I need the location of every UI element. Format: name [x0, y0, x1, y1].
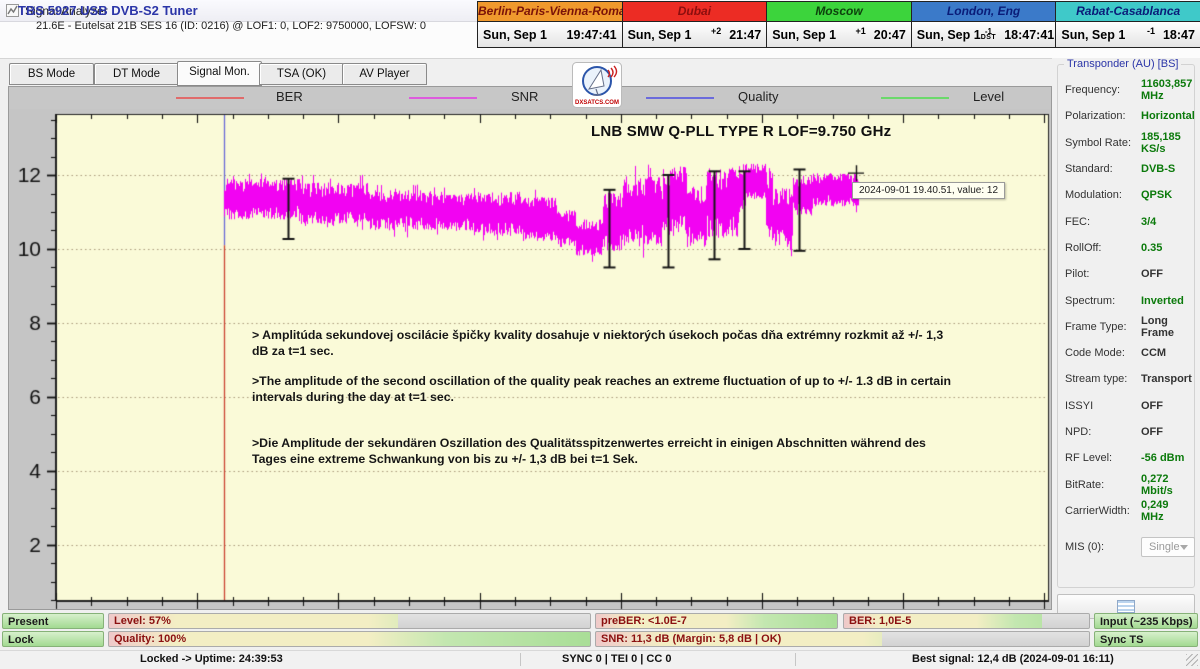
field-rf-level: RF Level:-56 dBm — [1058, 445, 1194, 471]
clock-city: Berlin-Paris-Vienna-Roma — [478, 2, 622, 22]
clock-date: Sun, Sep 1 — [1061, 28, 1125, 42]
field-frequency: Frequency:11603,857 MHz — [1058, 77, 1194, 103]
logo-text: DXSATCS.COM — [575, 100, 619, 106]
clock-city: London, Eng — [912, 2, 1056, 22]
best-signal-status: Best signal: 12,4 dB (2024-09-01 16:11) — [912, 653, 1114, 665]
chevron-down-icon — [1180, 545, 1188, 550]
transponder-title: Transponder (AU) [BS] — [1064, 58, 1181, 70]
clock-city: Rabat-Casablanca — [1056, 2, 1200, 22]
clock-utc-offset: +1 — [856, 26, 866, 36]
transponder-groupbox: Transponder (AU) [BS] Frequency:11603,85… — [1057, 64, 1195, 588]
level-bar: Level: 57% — [108, 613, 591, 629]
present-badge: Present — [2, 613, 104, 629]
annotation-slovak: > Amplitúda sekundovej oscilácie špičky … — [252, 327, 957, 359]
quality-bar: Quality: 100% — [108, 631, 591, 647]
field-symbol-rate: Symbol Rate:185,185 KS/s — [1058, 130, 1194, 156]
clock-berlin: Berlin-Paris-Vienna-Roma Sun, Sep 1 19:4… — [478, 2, 623, 47]
tab-dt-mode[interactable]: DT Mode — [94, 63, 179, 85]
clock-utc-offset: -1 — [1147, 26, 1155, 36]
clock-date: Sun, Sep 1 — [917, 28, 981, 42]
dxsatcs-logo: DXSATCS.COM — [572, 62, 622, 113]
annotation-german: >Die Amplitude der sekundären Oszillatio… — [252, 435, 957, 467]
clock-city: Dubai — [623, 2, 767, 22]
field-carrierwidth: CarrierWidth:0,249 MHz — [1058, 498, 1194, 524]
field-pilot: Pilot:OFF — [1058, 261, 1194, 287]
field-mis: MIS (0): Single — [1058, 534, 1194, 560]
field-code-mode: Code Mode:CCM — [1058, 340, 1194, 366]
clock-date: Sun, Sep 1 — [772, 28, 836, 42]
field-fec: FEC:3/4 — [1058, 208, 1194, 234]
field-polarization: Polarization:Horizontal — [1058, 103, 1194, 129]
ber-bar: BER: 1,0E-5 — [843, 613, 1090, 629]
mis-select[interactable]: Single — [1141, 537, 1195, 557]
clock-time: 18:47 — [1163, 28, 1195, 42]
sync-ts-badge: Sync TS — [1094, 631, 1198, 647]
world-clocks: Berlin-Paris-Vienna-Roma Sun, Sep 1 19:4… — [477, 1, 1200, 48]
annotation-english: >The amplitude of the second oscillation… — [252, 373, 957, 405]
field-issyi: ISSYIOFF — [1058, 393, 1194, 419]
clock-date: Sun, Sep 1 — [483, 28, 547, 42]
clock-dst-offset: -1 DST — [981, 29, 997, 41]
transponder-panel: Transponder (AU) [BS] Frequency:11603,85… — [1052, 58, 1200, 610]
clock-time: 20:47 — [874, 28, 906, 42]
tab-bs-mode[interactable]: BS Mode — [9, 63, 94, 85]
chart-tooltip: 2024-09-01 19.40.51, value: 12 — [852, 182, 1005, 199]
clock-london: London, Eng Sun, Sep 1 -1 DST 18:47:41 — [912, 2, 1057, 47]
clock-rabat: Rabat-Casablanca Sun, Sep 1 -1 18:47 — [1056, 2, 1200, 47]
field-standard: Standard:DVB-S — [1058, 156, 1194, 182]
signal-chart-panel: BER SNR Quality Level LNB SMW Q-PLL TYPE… — [8, 86, 1052, 610]
field-rolloff: RollOff:0.35 — [1058, 235, 1194, 261]
field-npd: NPD:OFF — [1058, 419, 1194, 445]
clock-dubai: Dubai Sun, Sep 1 +2 21:47 — [623, 2, 768, 47]
preber-bar: preBER: <1.0E-7 — [595, 613, 838, 629]
signal-analyzer-window: { "window": { "title": "Signal Analyzer"… — [0, 0, 1200, 668]
sync-tei-cc-status: SYNC 0 | TEI 0 | CC 0 — [562, 653, 671, 665]
clock-time: 19:47:41 — [567, 28, 617, 42]
chart-title: LNB SMW Q-PLL TYPE R LOF=9.750 GHz — [591, 123, 891, 140]
clock-city: Moscow — [767, 2, 911, 22]
field-modulation: Modulation:QPSK — [1058, 182, 1194, 208]
lock-badge: Lock — [2, 631, 104, 647]
list-icon — [1117, 600, 1135, 613]
field-frame-type: Frame Type:Long Frame — [1058, 314, 1194, 340]
field-stream-type: Stream type:Transport — [1058, 366, 1194, 392]
clock-date: Sun, Sep 1 — [628, 28, 692, 42]
clock-utc-offset: +2 — [711, 26, 721, 36]
clock-time: 18:47:41 — [1004, 28, 1054, 42]
lock-uptime-status: Locked -> Uptime: 24:39:53 — [140, 653, 283, 665]
tuner-name: TBS 5927 USB DVB-S2 Tuner — [18, 3, 198, 18]
resize-grip[interactable] — [1186, 654, 1198, 666]
clock-moscow: Moscow Sun, Sep 1 +1 20:47 — [767, 2, 912, 47]
tab-av-player[interactable]: AV Player — [342, 63, 427, 85]
field-bitrate: BitRate:0,272 Mbit/s — [1058, 471, 1194, 497]
tab-signal-mon[interactable]: Signal Mon. — [177, 61, 262, 86]
field-spectrum: Spectrum:Inverted — [1058, 287, 1194, 313]
tuner-details: 21.6E - Eutelsat 21B SES 16 (ID: 0216) @… — [36, 20, 426, 32]
input-badge: Input (~235 Kbps) — [1094, 613, 1198, 629]
snr-bar: SNR: 11,3 dB (Margin: 5,8 dB | OK) — [595, 631, 1090, 647]
clock-time: 21:47 — [729, 28, 761, 42]
tab-tsa[interactable]: TSA (OK) — [259, 63, 344, 85]
status-bar: Locked -> Uptime: 24:39:53 SYNC 0 | TEI … — [0, 650, 1200, 669]
